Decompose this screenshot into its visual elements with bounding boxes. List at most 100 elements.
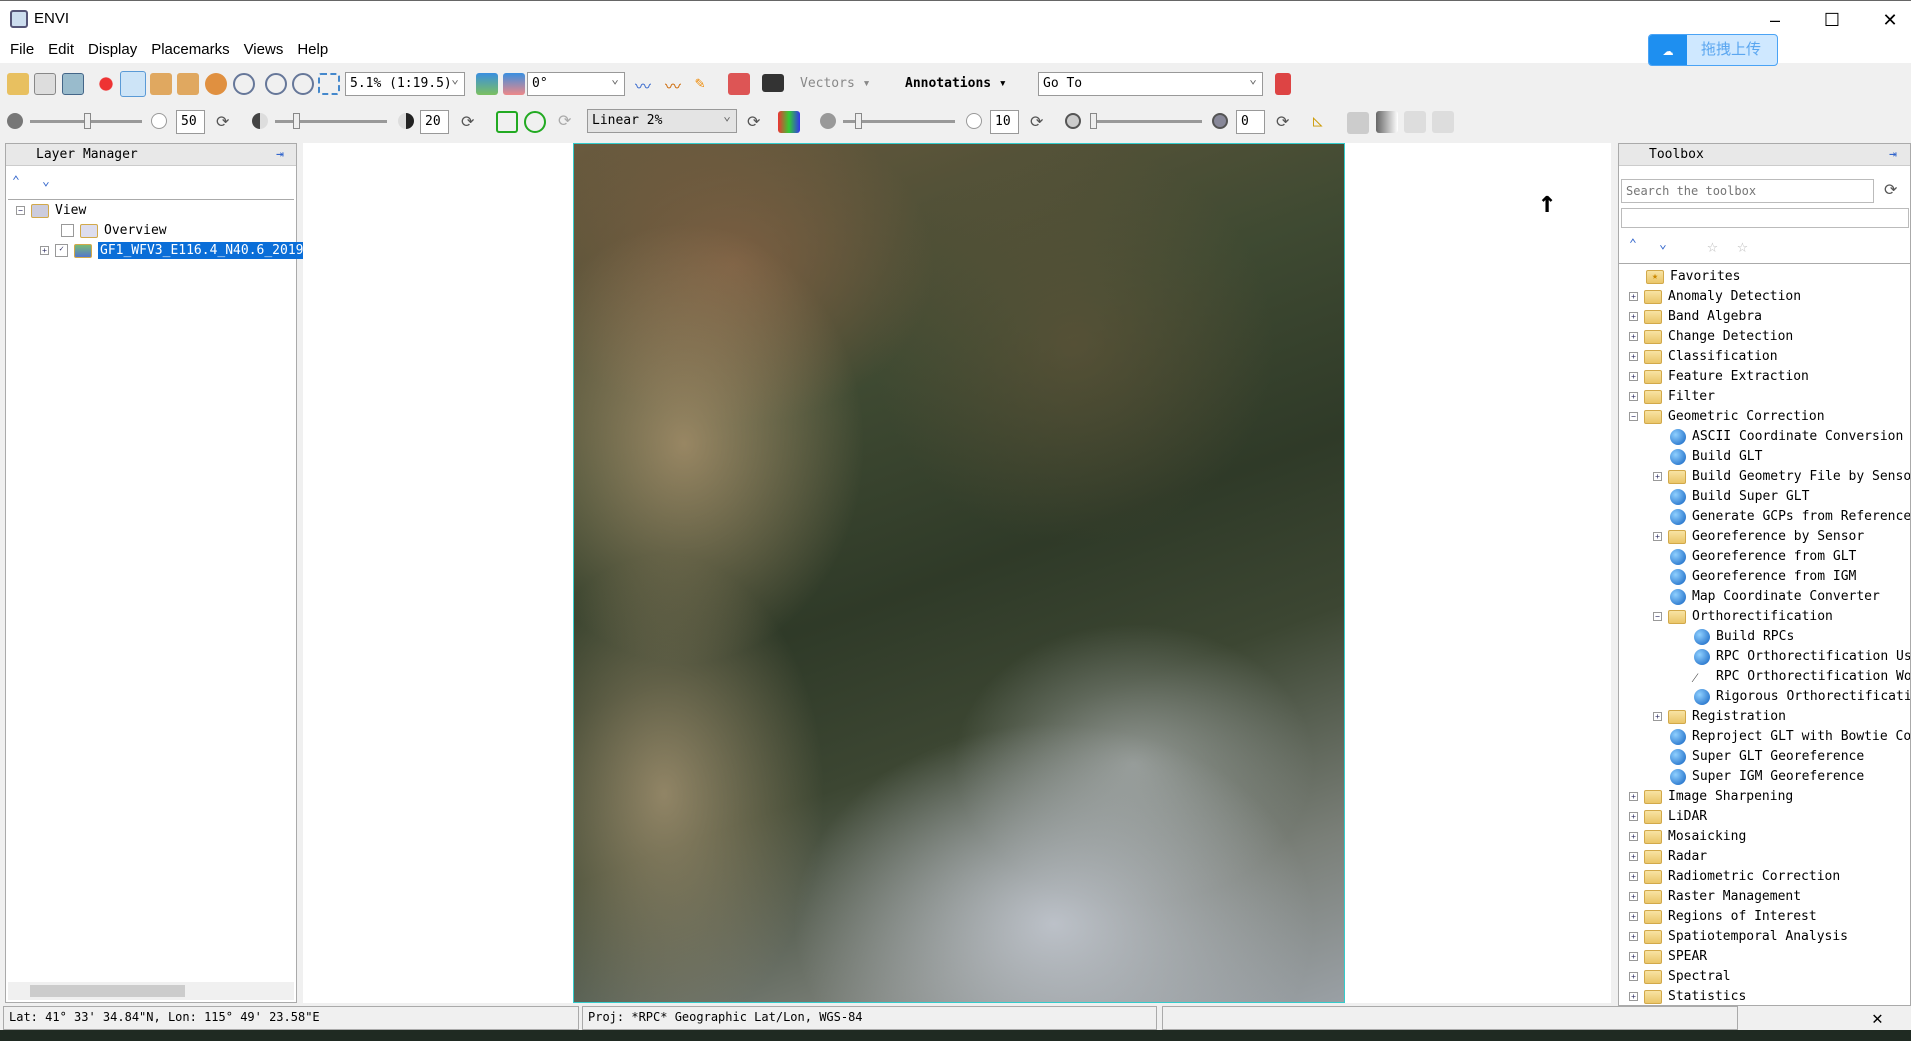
spectral-profile-icon[interactable]: 〰 xyxy=(635,73,657,96)
reset-icon[interactable]: ⟳ xyxy=(1276,112,1289,131)
expand-icon[interactable]: + xyxy=(1629,832,1638,841)
toolbox-item[interactable]: − Geometric Correction xyxy=(1629,407,1825,427)
reset-icon[interactable]: ⟳ xyxy=(1030,112,1043,131)
expand-icon[interactable]: + xyxy=(1629,812,1638,821)
toolbox-item[interactable]: ⁄ RPC Orthorectification Workflow xyxy=(1677,667,1910,687)
toolbox-item[interactable]: + LiDAR xyxy=(1629,807,1707,827)
menu-display[interactable]: Display xyxy=(81,37,144,62)
toolbox-item[interactable]: Generate GCPs from Reference xyxy=(1653,507,1910,527)
ruler-icon[interactable]: ◺ xyxy=(1313,111,1335,133)
toolbox-item[interactable]: RPC Orthorectification Using xyxy=(1677,647,1910,667)
rotate-reset-icon[interactable] xyxy=(503,73,525,95)
brightness-slider[interactable] xyxy=(30,113,142,129)
goto-dropdown[interactable]: Go To xyxy=(1038,72,1263,96)
expand-icon[interactable]: + xyxy=(1653,532,1662,541)
toolbox-item[interactable]: Georeference from GLT xyxy=(1653,547,1856,567)
toolbox-item[interactable]: + Registration xyxy=(1653,707,1786,727)
minimize-button[interactable]: – xyxy=(1755,7,1795,33)
slider-thumb[interactable] xyxy=(84,113,91,129)
layer-view[interactable]: − View xyxy=(16,201,86,221)
toolbox-item[interactable]: + Anomaly Detection xyxy=(1629,287,1801,307)
checkbox-checked[interactable]: ✓ xyxy=(55,244,68,257)
open-icon[interactable] xyxy=(7,73,29,95)
contrast-slider[interactable] xyxy=(275,113,387,129)
pan-icon[interactable] xyxy=(150,73,172,95)
spectral-library-icon[interactable]: 〰 xyxy=(665,73,687,96)
zoom-icon[interactable] xyxy=(233,73,255,95)
contrast-input[interactable]: 20 xyxy=(420,110,449,134)
expand-icon[interactable]: + xyxy=(1629,912,1638,921)
view-flicker-icon[interactable] xyxy=(1404,111,1426,133)
toolbox-item[interactable]: + Raster Management xyxy=(1629,887,1801,907)
slider-thumb[interactable] xyxy=(293,113,300,129)
expand-icon[interactable]: + xyxy=(1629,372,1638,381)
toolbox-item[interactable]: + Regions of Interest xyxy=(1629,907,1817,927)
remove-favorite-icon[interactable]: ☆ xyxy=(1737,236,1748,257)
checkbox[interactable] xyxy=(61,224,74,237)
measure-icon[interactable]: ✎ xyxy=(695,73,717,95)
expand-icon[interactable]: + xyxy=(1629,292,1638,301)
reset-icon[interactable]: ⟳ xyxy=(461,112,474,131)
fly-icon[interactable] xyxy=(177,73,199,95)
toolbox-item[interactable]: + Feature Extraction xyxy=(1629,367,1809,387)
expand-icon[interactable]: + xyxy=(40,246,49,255)
toolbox-item[interactable]: + Spatiotemporal Analysis xyxy=(1629,927,1848,947)
add-favorite-icon[interactable]: ☆ xyxy=(1707,236,1718,257)
menu-views[interactable]: Views xyxy=(237,37,291,62)
collapse-all-icon[interactable]: ⌃ xyxy=(1629,237,1637,252)
toolbox-item[interactable]: + Radiometric Correction xyxy=(1629,867,1840,887)
cancel-process-icon[interactable]: ✕ xyxy=(1872,1008,1883,1029)
horizontal-scrollbar[interactable] xyxy=(8,982,294,1000)
toolbox-item[interactable]: Rigorous Orthorectification xyxy=(1677,687,1910,707)
pin-icon[interactable]: ⇥ xyxy=(1889,147,1897,162)
menu-help[interactable]: Help xyxy=(290,37,335,62)
reset-icon[interactable]: ⟳ xyxy=(216,112,229,131)
slider-thumb[interactable] xyxy=(855,113,862,129)
stretch-dropdown[interactable]: Linear 2% xyxy=(587,109,737,133)
stretch-view-icon[interactable] xyxy=(524,111,546,133)
toolbox-item[interactable]: + Spectral xyxy=(1629,967,1731,987)
view-swipe-icon[interactable] xyxy=(1432,111,1454,133)
menu-placemarks[interactable]: Placemarks xyxy=(144,37,236,62)
toolbox-item[interactable]: + Classification xyxy=(1629,347,1778,367)
upload-button[interactable]: ☁ 拖拽上传 xyxy=(1648,34,1778,66)
toolbox-item[interactable]: Super IGM Georeference xyxy=(1653,767,1864,787)
collapse-icon[interactable]: − xyxy=(1653,612,1662,621)
collapse-icon[interactable]: − xyxy=(1629,412,1638,421)
toolbox-item[interactable]: + SPEAR xyxy=(1629,947,1707,967)
roi-icon[interactable] xyxy=(728,73,750,95)
crop-icon[interactable] xyxy=(62,73,84,95)
zoom-out-icon[interactable] xyxy=(292,73,314,95)
expand-icon[interactable]: + xyxy=(1629,952,1638,961)
expand-icon[interactable]: + xyxy=(1653,712,1662,721)
expand-icon[interactable]: + xyxy=(1629,332,1638,341)
settings-icon[interactable] xyxy=(1275,73,1291,95)
toolbox-item[interactable]: + Georeference by Sensor xyxy=(1653,527,1864,547)
zoom-level-dropdown[interactable]: 5.1% (1:19.5) xyxy=(345,72,465,96)
pin-icon[interactable]: ⇥ xyxy=(276,147,284,162)
expand-icon[interactable]: + xyxy=(1629,972,1638,981)
rotate-north-icon[interactable] xyxy=(476,73,498,95)
annotations-menu[interactable]: Annotations ▾ xyxy=(905,76,1007,91)
toolbox-item[interactable]: Map Coordinate Converter xyxy=(1653,587,1880,607)
reset-icon[interactable]: ⟳ xyxy=(747,112,760,131)
expand-icon[interactable]: + xyxy=(1629,792,1638,801)
satellite-image[interactable] xyxy=(573,143,1345,1003)
toolbox-item[interactable]: + Band Algebra xyxy=(1629,307,1762,327)
expand-icon[interactable]: + xyxy=(1629,992,1638,1001)
toolbox-item[interactable]: + Change Detection xyxy=(1629,327,1793,347)
menu-file[interactable]: File xyxy=(3,37,41,62)
toolbox-item[interactable]: Build Super GLT xyxy=(1653,487,1809,507)
toolbox-item[interactable]: + Radar xyxy=(1629,847,1707,867)
toolbox-item[interactable]: + Filter xyxy=(1629,387,1715,407)
portal-icon[interactable] xyxy=(1347,112,1369,134)
vectors-menu[interactable]: Vectors ▾ xyxy=(800,76,870,91)
collapse-icon[interactable]: − xyxy=(16,206,25,215)
expand-icon[interactable]: + xyxy=(1629,892,1638,901)
collapse-all-icon[interactable]: ⌃ xyxy=(12,174,20,189)
view-blend-icon[interactable] xyxy=(1376,111,1398,133)
sharpen-input[interactable]: 10 xyxy=(990,110,1019,134)
toolbox-item[interactable]: ★ Favorites xyxy=(1629,267,1740,287)
layer-raster[interactable]: + ✓ GF1_WFV3_E116.4_N40.6_2019 xyxy=(40,241,306,261)
toolbox-item[interactable]: + Build Geometry File by Sensor xyxy=(1653,467,1910,487)
